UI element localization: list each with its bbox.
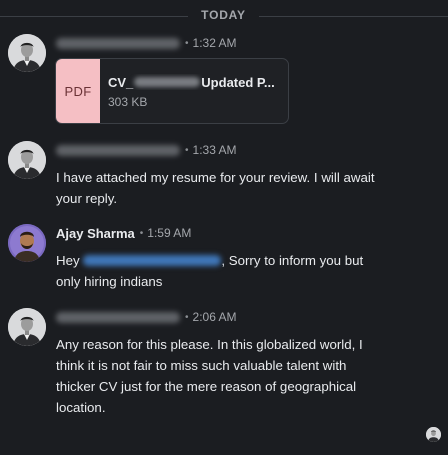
seen-avatar[interactable] [426,427,441,442]
day-label: TODAY [201,8,246,22]
sender-name-redacted[interactable] [56,311,180,323]
file-size: 303 KB [108,95,148,109]
divider-line-right [259,16,448,17]
message-header: • 2:06 AM [56,308,237,326]
day-divider: TODAY [0,6,448,26]
pdf-file-icon: PDF [56,59,100,123]
sender-avatar[interactable] [8,308,46,346]
separator-dot: • [185,311,189,323]
message-time[interactable]: 1:32 AM [193,36,237,50]
message-time[interactable]: 1:33 AM [193,143,237,157]
file-name[interactable]: CV_ Updated P... [108,74,280,90]
separator-dot: • [139,227,144,239]
message-text: Any reason for this please. In this glob… [56,337,363,415]
sender-avatar[interactable] [8,141,46,179]
chat-thread: TODAY • 1:32 AM PDF CV_ Updated P... 303… [0,0,448,455]
file-type-label: PDF [64,83,92,99]
message-header: • 1:33 AM [56,141,237,159]
message-text-start: Hey [56,253,84,268]
sender-name[interactable]: Ajay Sharma [56,226,135,241]
message-header: • 1:32 AM [56,34,237,52]
user-mention-redacted[interactable] [83,254,222,266]
file-attachment[interactable]: PDF CV_ Updated P... 303 KB [55,58,289,124]
file-name-suffix: Updated P... [201,74,275,90]
message-time[interactable]: 1:59 AM [147,226,191,240]
file-name-prefix: CV_ [108,74,134,90]
separator-dot: • [185,144,189,156]
separator-dot: • [185,37,189,49]
sender-name-redacted[interactable] [56,37,180,49]
divider-line-left [0,16,188,17]
message-text: I have attached my resume for your revie… [56,170,375,206]
sender-avatar[interactable] [8,34,46,72]
message-header: Ajay Sharma • 1:59 AM [56,224,191,242]
sender-avatar[interactable] [8,224,46,262]
message-text: Hey , Sorry to inform you but only hirin… [56,250,386,292]
message-time[interactable]: 2:06 AM [193,310,237,324]
file-name-redacted [134,77,201,87]
sender-name-redacted[interactable] [56,144,180,156]
